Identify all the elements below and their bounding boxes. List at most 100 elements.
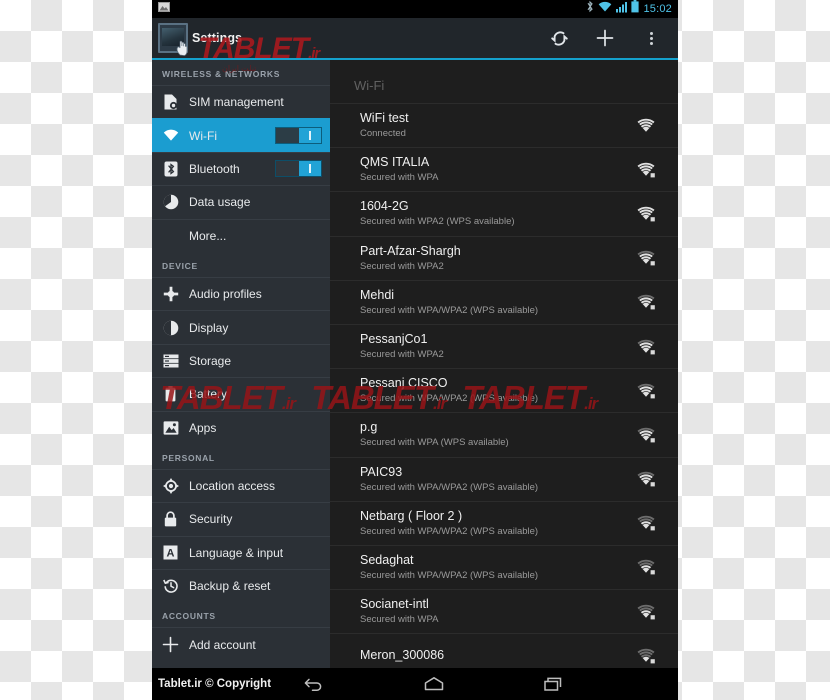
sidebar-item-wifi[interactable]: Wi-Fi: [152, 118, 330, 152]
wifi-ssid: Sedaghat: [360, 552, 414, 567]
wifi-icon: [162, 127, 179, 144]
home-icon: [424, 677, 444, 691]
wifi-network-text: Netbarg ( Floor 2 ) Secured with WPA/WPA2…: [360, 509, 628, 538]
wifi-panel: Wi-Fi WiFi test Connected QMS ITALIA Secure…: [330, 60, 678, 668]
wifi-status: Secured with WPA (WPS available): [360, 437, 509, 449]
wifi-network-row[interactable]: WiFi test Connected: [330, 103, 678, 147]
wifi-network-row[interactable]: QMS ITALIA Secured with WPA: [330, 147, 678, 191]
wifi-network-row[interactable]: Netbarg ( Floor 2 ) Secured with WPA/WPA2…: [330, 500, 678, 545]
wifi-network-list[interactable]: WiFi test Connected QMS ITALIA Secured with…: [330, 103, 678, 668]
status-bar-clock: 15:02: [643, 3, 672, 15]
copyright-text: Tablet.ir © Copyright: [158, 678, 272, 690]
sidebar-group-header: DEVICE: [162, 260, 198, 271]
sidebar-item-sim-management[interactable]: SIM management: [152, 85, 330, 118]
wifi-network-row[interactable]: Part-Afzar-Shargh Secured with WPA2: [330, 235, 678, 280]
content-area: WIRELESS & NETWORKS SIM management Wi-Fi…: [152, 60, 678, 668]
action-bar-buttons: [546, 25, 670, 51]
sidebar-item-add-account[interactable]: Add account: [152, 627, 330, 660]
sidebar-item-label: Apps: [189, 420, 217, 435]
sidebar-item-label: Battery: [189, 387, 228, 402]
sidebar-item-battery[interactable]: Battery: [152, 377, 330, 410]
wifi-status: Secured with WPA: [360, 172, 439, 184]
wifi-network-row[interactable]: Meron_300086: [330, 633, 678, 668]
wifi-ssid: Pessanj CISCO: [360, 376, 448, 391]
scan-refresh-button[interactable]: [546, 25, 572, 51]
wifi-network-row[interactable]: Mehdi Secured with WPA/WPA2 (WPS availabl…: [330, 279, 678, 324]
wifi-signal-secured-icon: [637, 427, 655, 443]
wifi-signal-secured-icon: [637, 383, 655, 399]
display-icon: [162, 319, 179, 336]
status-bar-system-icons: 15:02: [586, 0, 672, 18]
sidebar-item-language-input[interactable]: A Language & input: [152, 535, 330, 569]
recents-button[interactable]: [541, 673, 567, 695]
wifi-network-row[interactable]: Pessanj CISCO Secured with WPA/WPA2 (WPS …: [330, 368, 678, 412]
wifi-network-row[interactable]: PAIC93 Secured with WPA/WPA2 (WPS availab…: [330, 456, 678, 501]
sidebar-item-location-access[interactable]: Location access: [152, 468, 330, 502]
wifi-status: Secured with WPA/WPA2 (WPS available): [360, 481, 539, 493]
sidebar-item-backup-reset[interactable]: Backup & reset: [152, 569, 330, 602]
sidebar-item-more[interactable]: More...: [152, 218, 330, 252]
screenshot-icon: [158, 0, 170, 18]
location-icon: [162, 478, 179, 495]
audio-profiles-icon: [162, 286, 179, 303]
sidebar-item-label: SIM management: [189, 95, 284, 110]
wifi-network-text: PessanjCo1 Secured with WPA2: [360, 332, 628, 361]
wifi-ssid: Meron_300086: [360, 647, 445, 662]
wifi-status: Secured with WPA/WPA2 (WPS available): [360, 569, 539, 581]
sidebar-item-label: Security: [189, 512, 233, 527]
wifi-signal-secured-icon: [637, 250, 655, 266]
panel-title: Wi-Fi: [354, 78, 385, 93]
sidebar-item-label: Storage: [189, 353, 232, 368]
device-screen: 15:02 Settings TABLET.ir تبلت ایران WIRE…: [152, 0, 678, 700]
wifi-ssid: p.g: [360, 420, 378, 435]
add-network-button[interactable]: [592, 25, 618, 51]
home-button[interactable]: [421, 673, 447, 695]
sidebar-item-display[interactable]: Display: [152, 310, 330, 343]
bluetooth-icon: [586, 0, 594, 18]
language-icon: A: [162, 544, 179, 561]
settings-sidebar[interactable]: WIRELESS & NETWORKS SIM management Wi-Fi…: [152, 60, 330, 668]
sidebar-item-label: Language & input: [189, 545, 284, 560]
sidebar-item-storage[interactable]: Storage: [152, 343, 330, 377]
back-button[interactable]: [301, 673, 327, 695]
sidebar-item-data-usage[interactable]: Data usage: [152, 185, 330, 218]
sidebar-item-bluetooth[interactable]: Bluetooth: [152, 151, 330, 185]
touch-hand-icon: [176, 40, 188, 56]
wifi-ssid: Socianet-intl: [360, 597, 429, 612]
bluetooth-toggle-switch[interactable]: [275, 160, 322, 178]
wifi-status: Secured with WPA2: [360, 349, 444, 361]
wifi-network-row[interactable]: Socianet-intl Secured with WPA: [330, 589, 678, 633]
page-title: Settings: [192, 31, 243, 45]
wifi-ssid: Netbarg ( Floor 2 ): [360, 508, 463, 523]
wifi-ssid: 1604-2G: [360, 199, 409, 214]
plus-icon: [162, 636, 179, 653]
wifi-status: Secured with WPA: [360, 614, 439, 626]
sidebar-item-audio-profiles[interactable]: Audio profiles: [152, 276, 330, 310]
wifi-signal-secured-icon: [637, 162, 655, 178]
sidebar-item-label: Backup & reset: [189, 579, 271, 594]
wifi-network-text: 1604-2G Secured with WPA2 (WPS available): [360, 199, 628, 228]
system-navigation-bar: Tablet.ir © Copyright: [152, 668, 678, 700]
overflow-menu-button[interactable]: [638, 25, 664, 51]
wifi-status: Secured with WPA/WPA2 (WPS available): [360, 393, 539, 405]
wifi-icon: [598, 0, 612, 18]
apps-icon: [162, 419, 179, 436]
sidebar-item-label: Bluetooth: [189, 161, 240, 176]
wifi-signal-secured-icon: [637, 339, 655, 354]
wifi-network-row[interactable]: p.g Secured with WPA (WPS available): [330, 412, 678, 456]
sidebar-item-apps[interactable]: Apps: [152, 410, 330, 444]
wifi-network-row[interactable]: PessanjCo1 Secured with WPA2: [330, 323, 678, 368]
backup-reset-icon: [162, 578, 179, 595]
settings-app-icon: [158, 23, 188, 56]
storage-icon: [162, 352, 179, 369]
wifi-network-row[interactable]: 1604-2G Secured with WPA2 (WPS available): [330, 191, 678, 235]
wifi-network-text: Socianet-intl Secured with WPA: [360, 597, 628, 626]
wifi-toggle-switch[interactable]: [275, 127, 322, 145]
sidebar-item-security[interactable]: Security: [152, 502, 330, 535]
more-vertical-icon: [649, 31, 653, 45]
sidebar-item-label: Audio profiles: [189, 287, 262, 302]
wifi-network-row[interactable]: Sedaghat Secured with WPA/WPA2 (WPS avail…: [330, 544, 678, 589]
wifi-network-text: Part-Afzar-Shargh Secured with WPA2: [360, 244, 628, 273]
wifi-network-text: p.g Secured with WPA (WPS available): [360, 420, 628, 449]
sim-card-icon: [162, 94, 179, 111]
